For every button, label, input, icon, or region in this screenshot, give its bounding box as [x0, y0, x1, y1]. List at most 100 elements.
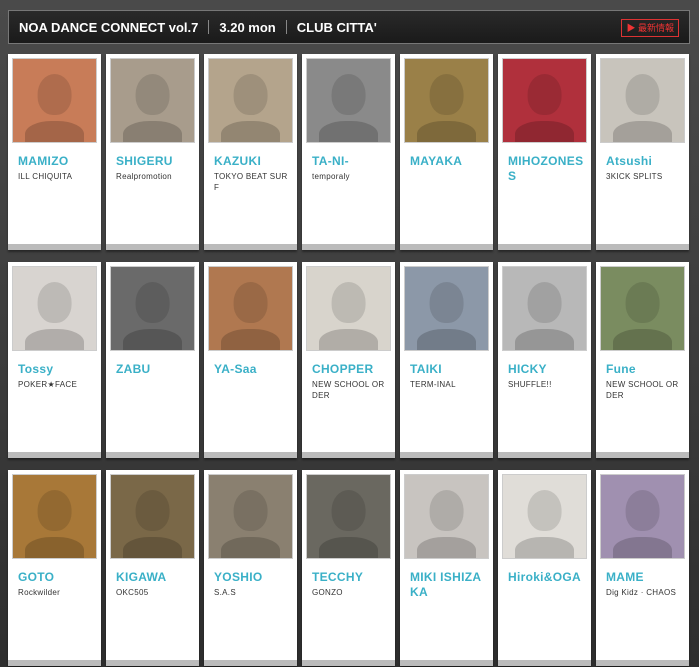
- dancer-name[interactable]: Atsushi: [606, 154, 684, 169]
- body-shape: [221, 121, 280, 142]
- dancer-photo: [404, 474, 489, 559]
- dancer-photo: [600, 266, 685, 351]
- body-shape: [123, 121, 182, 142]
- dancer-name[interactable]: MIKI ISHIZAKA: [410, 570, 488, 600]
- dancer-name[interactable]: TA-NI-: [312, 154, 390, 169]
- dancer-name[interactable]: MIHOZONESS: [508, 154, 586, 184]
- head-shape: [527, 73, 562, 116]
- body-shape: [319, 121, 378, 142]
- dancer-card[interactable]: TAIKI TERM-INAL: [400, 262, 493, 458]
- body-shape: [613, 121, 672, 142]
- dancer-crew: TOKYO BEAT SURF: [214, 172, 288, 192]
- dancer-text: Hiroki&OGA: [508, 570, 586, 587]
- dancer-photo: [502, 266, 587, 351]
- dancer-text: Tossy POKER★FACE: [18, 362, 96, 390]
- dancer-card[interactable]: YOSHIO S.A.S: [204, 470, 297, 666]
- dancer-card[interactable]: TA-NI-temporaly: [302, 54, 395, 250]
- dancer-name[interactable]: KIGAWA: [116, 570, 194, 585]
- dancer-crew: OKC505: [116, 588, 149, 597]
- head-shape: [331, 73, 366, 116]
- body-shape: [417, 121, 476, 142]
- body-shape: [319, 537, 378, 558]
- dancer-name[interactable]: Tossy: [18, 362, 96, 377]
- dancer-card[interactable]: Atsushi 3KICK SPLITS: [596, 54, 689, 250]
- divider: [208, 20, 210, 34]
- head-shape: [625, 489, 660, 532]
- dancer-card[interactable]: KAZUKI TOKYO BEAT SURF: [204, 54, 297, 250]
- dancer-text: TECCHY GONZO: [312, 570, 390, 598]
- dancer-crew: Realpromotion: [116, 172, 172, 181]
- dancer-grid: MAMIZO ILL CHIQUITA SHIGERU Realpromotion KA…: [8, 54, 695, 666]
- dancer-name[interactable]: MAMIZO: [18, 154, 96, 169]
- dancer-card[interactable]: ZABU: [106, 262, 199, 458]
- head-shape: [37, 73, 72, 116]
- head-shape: [527, 281, 562, 324]
- dancer-name[interactable]: CHOPPER: [312, 362, 390, 377]
- dancer-card[interactable]: CHOPPER NEW SCHOOL ORDER: [302, 262, 395, 458]
- dancer-crew: GONZO: [312, 588, 343, 597]
- dancer-card[interactable]: SHIGERU Realpromotion: [106, 54, 199, 250]
- dancer-name[interactable]: Fune: [606, 362, 684, 377]
- dancer-name[interactable]: KAZUKI: [214, 154, 292, 169]
- dancer-photo: [600, 474, 685, 559]
- dancer-text: MAMIZO ILL CHIQUITA: [18, 154, 96, 182]
- dancer-text: TAIKI TERM-INAL: [410, 362, 488, 390]
- dancer-name[interactable]: MAME: [606, 570, 684, 585]
- dancer-text: HICKY SHUFFLE!!: [508, 362, 586, 390]
- head-shape: [527, 489, 562, 532]
- dancer-card[interactable]: KIGAWA OKC505: [106, 470, 199, 666]
- head-shape: [135, 281, 170, 324]
- dancer-crew: SHUFFLE!!: [508, 380, 552, 389]
- dancer-photo: [306, 58, 391, 143]
- dancer-card[interactable]: YA-Saa: [204, 262, 297, 458]
- dancer-photo: [208, 266, 293, 351]
- body-shape: [25, 329, 84, 350]
- dancer-name[interactable]: ZABU: [116, 362, 194, 377]
- body-shape: [221, 537, 280, 558]
- body-shape: [613, 537, 672, 558]
- dancer-crew: NEW SCHOOL ORDER: [312, 380, 385, 400]
- body-shape: [123, 329, 182, 350]
- dancer-name[interactable]: HICKY: [508, 362, 586, 377]
- dancer-card[interactable]: MIHOZONESS: [498, 54, 591, 250]
- head-shape: [37, 281, 72, 324]
- dancer-text: MAYAKA: [410, 154, 488, 171]
- dancer-card[interactable]: Tossy POKER★FACE: [8, 262, 101, 458]
- dancer-text: GOTO Rockwilder: [18, 570, 96, 598]
- dancer-name[interactable]: GOTO: [18, 570, 96, 585]
- head-shape: [625, 281, 660, 324]
- dancer-text: MAME Dig Kidz · CHAOS: [606, 570, 684, 598]
- head-shape: [429, 73, 464, 116]
- dancer-crew: S.A.S: [214, 588, 236, 597]
- dancer-card[interactable]: MAMIZO ILL CHIQUITA: [8, 54, 101, 250]
- dancer-photo: [208, 474, 293, 559]
- dancer-card[interactable]: HICKY SHUFFLE!!: [498, 262, 591, 458]
- dancer-photo: [502, 474, 587, 559]
- head-shape: [135, 73, 170, 116]
- dancer-name[interactable]: TECCHY: [312, 570, 390, 585]
- body-shape: [417, 537, 476, 558]
- dancer-card[interactable]: MAYAKA: [400, 54, 493, 250]
- dancer-crew: temporaly: [312, 172, 350, 181]
- head-shape: [135, 489, 170, 532]
- dancer-card[interactable]: MAME Dig Kidz · CHAOS: [596, 470, 689, 666]
- dancer-card[interactable]: MIKI ISHIZAKA: [400, 470, 493, 666]
- dancer-name[interactable]: MAYAKA: [410, 154, 488, 169]
- dancer-text: ZABU: [116, 362, 194, 379]
- body-shape: [515, 537, 574, 558]
- dancer-card[interactable]: GOTO Rockwilder: [8, 470, 101, 666]
- head-shape: [233, 489, 268, 532]
- dancer-name[interactable]: YOSHIO: [214, 570, 292, 585]
- dancer-name[interactable]: SHIGERU: [116, 154, 194, 169]
- dancer-name[interactable]: YA-Saa: [214, 362, 292, 377]
- dancer-photo: [404, 58, 489, 143]
- latest-info-link[interactable]: ▶ 最新情報: [621, 19, 679, 37]
- dancer-text: YA-Saa: [214, 362, 292, 379]
- dancer-card[interactable]: Hiroki&OGA: [498, 470, 591, 666]
- dancer-text: KIGAWA OKC505: [116, 570, 194, 598]
- dancer-card[interactable]: Fune NEW SCHOOL ORDER: [596, 262, 689, 458]
- dancer-card[interactable]: TECCHY GONZO: [302, 470, 395, 666]
- dancer-name[interactable]: Hiroki&OGA: [508, 570, 586, 585]
- dancer-name[interactable]: TAIKI: [410, 362, 488, 377]
- event-venue: CLUB CITTA': [296, 19, 377, 35]
